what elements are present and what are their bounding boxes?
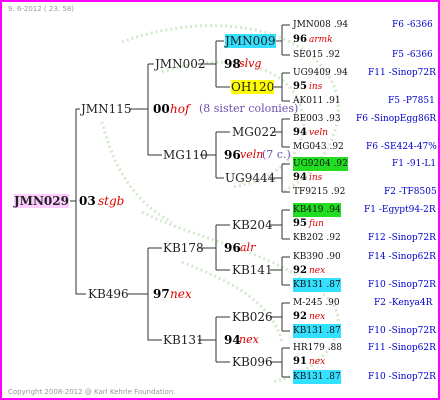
gen2-name-2[interactable]: KB178 <box>163 241 204 255</box>
gen4-lower-name[interactable]: SE015 .92 <box>293 48 340 62</box>
gen2-breed-3: nex <box>239 333 259 346</box>
gen4-lower-name[interactable]: KB131 .87 <box>293 370 341 384</box>
gen2-breed-1: veln <box>240 148 264 161</box>
gen4-year: 91 <box>293 356 307 367</box>
gen4-upper-id: F14 -Sinop62R <box>368 252 436 262</box>
gen4-upper-id: F1 -91-L1 <box>392 159 437 169</box>
gen4-year: 94 <box>293 172 307 183</box>
gen4-year: 95 <box>293 218 307 229</box>
gen4-lower-name[interactable]: TF9215 .92 <box>293 185 345 199</box>
gen4-upper-name[interactable]: M-245 .90 <box>293 296 340 310</box>
root-queen-name[interactable]: JMN029 <box>14 194 69 208</box>
gen4-breed: fun <box>309 219 324 229</box>
gen4-lower-id: F6 -SE424-47% <box>366 142 437 152</box>
gen4-lower-id: F10 -Sinop72R <box>368 372 436 382</box>
gen4-year: 92 <box>293 265 307 276</box>
gen4-lower-id: F5 -6366 <box>392 50 433 60</box>
mother-sister-note: (8 sister colonies) <box>199 102 299 115</box>
gen3-name-4[interactable]: KB204 <box>232 218 273 232</box>
gen4-lower-name[interactable]: KB202 .92 <box>293 231 341 245</box>
gen4-upper-name[interactable]: JMN008 .94 <box>293 18 348 32</box>
gen2-name-1[interactable]: MG110 <box>163 148 208 162</box>
gen4-lower-id: F5 -P7851 <box>388 96 435 106</box>
gen4-upper-id: F6 -6366 <box>392 20 433 30</box>
gen4-lower-id: F2 -TF8505 <box>384 187 437 197</box>
mother-breed: hof <box>170 102 190 116</box>
gen3-name-3[interactable]: UG9444 <box>225 171 275 185</box>
gen4-breed: veln <box>309 128 329 138</box>
gen4-upper-id: F2 -Kenya4R <box>374 298 433 308</box>
gen4-lower-id: F12 -Sinop72R <box>368 233 436 243</box>
gen3-name-6[interactable]: KB026 <box>232 310 273 324</box>
gen4-lower-name[interactable]: AK011 .91 <box>293 94 341 108</box>
gen2-breed-0: slvg <box>239 57 262 70</box>
gen3-name-0[interactable]: JMN009 <box>225 34 276 48</box>
mother-year: 00 <box>153 102 170 116</box>
gen2-year-2: 96 <box>224 241 241 255</box>
gen2-note-1: (7 c.) <box>262 148 291 161</box>
pedigree-frame: 9. 6-2012 ( 23: 58) JMN029 03 stgb JMN11… <box>0 0 440 400</box>
gen2-name-3[interactable]: KB131 <box>163 333 204 347</box>
gen4-upper-name[interactable]: KB419 .94 <box>293 203 341 217</box>
gen3-name-7[interactable]: KB096 <box>232 355 273 369</box>
father-breed: nex <box>170 287 192 301</box>
gen4-breed: ins <box>309 173 323 183</box>
gen4-upper-id: F1 -Egypt94-2R <box>364 205 436 215</box>
gen4-lower-id: F10 -Sinop72R <box>368 326 436 336</box>
gen4-year: 96 <box>293 34 307 45</box>
mother-name[interactable]: JMN115 <box>81 102 132 116</box>
gen4-lower-name[interactable]: KB131 .87 <box>293 324 341 338</box>
gen4-upper-name[interactable]: BE003 .93 <box>293 112 341 126</box>
gen4-breed: nex <box>309 312 326 322</box>
root-year: 03 <box>79 194 96 208</box>
gen4-upper-name[interactable]: UG9204 .92 <box>293 157 348 171</box>
gen4-breed: armk <box>309 35 333 45</box>
gen3-name-2[interactable]: MG022 <box>232 125 277 139</box>
gen4-breed: nex <box>309 266 326 276</box>
gen3-name-5[interactable]: KB141 <box>232 263 273 277</box>
gen3-name-1[interactable]: OH120 <box>231 80 275 94</box>
gen4-year: 94 <box>293 127 307 138</box>
gen4-year: 95 <box>293 81 307 92</box>
gen4-upper-name[interactable]: HR179 .88 <box>293 341 342 355</box>
gen4-lower-name[interactable]: MG043 .92 <box>293 140 344 154</box>
gen4-lower-name[interactable]: KB131 .87 <box>293 278 341 292</box>
gen4-lower-id: F10 -Sinop72R <box>368 280 436 290</box>
copyright-notice: Copyright 2008-2012 @ Karl Kehrle Founda… <box>8 388 176 396</box>
gen4-upper-name[interactable]: UG9409 .94 <box>293 66 348 80</box>
gen4-upper-name[interactable]: KB390 .90 <box>293 250 341 264</box>
gen4-breed: ins <box>309 82 323 92</box>
father-year: 97 <box>153 287 170 301</box>
gen4-upper-id: F11 -Sinop62R <box>368 343 436 353</box>
gen2-year-1: 96 <box>224 148 241 162</box>
gen2-name-0[interactable]: JMN002 <box>155 57 206 71</box>
father-name[interactable]: KB496 <box>88 287 129 301</box>
gen4-year: 92 <box>293 311 307 322</box>
gen2-breed-2: alr <box>240 241 256 254</box>
gen4-upper-id: F11 -Sinop72R <box>368 68 436 78</box>
root-breed: stgb <box>98 194 125 208</box>
gen4-breed: nex <box>309 357 326 367</box>
gen4-upper-id: F6 -SinopEgg86R <box>356 114 437 124</box>
timestamp: 9. 6-2012 ( 23: 58) <box>8 5 75 13</box>
